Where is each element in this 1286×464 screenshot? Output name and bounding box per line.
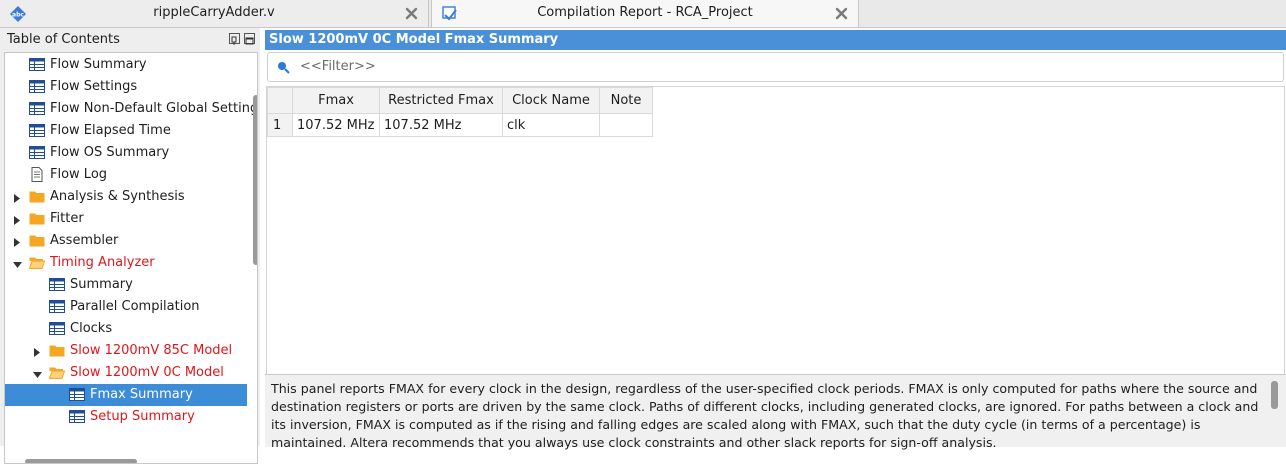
table-icon xyxy=(29,57,45,72)
toc-item-setup-summary[interactable]: Setup Summary xyxy=(5,406,247,428)
toc-item-fitter[interactable]: Fitter xyxy=(5,208,247,230)
cell-note[interactable] xyxy=(599,113,653,137)
close-icon[interactable] xyxy=(405,7,418,20)
table-of-contents-panel: Table of Contents Flow Summary Flow Setti… xyxy=(0,28,260,464)
float-panel-icon[interactable] xyxy=(244,33,255,45)
fmax-table: Fmax Restricted Fmax Clock Name Note 1 1… xyxy=(267,87,653,137)
report-table-area: Fmax Restricted Fmax Clock Name Note 1 1… xyxy=(266,86,1285,376)
toc-item-flow-elapsed-time[interactable]: Flow Elapsed Time xyxy=(5,120,247,142)
report-panel: Slow 1200mV 0C Model Fmax Summary Fmax R… xyxy=(265,30,1286,450)
cell-clock-name[interactable]: clk xyxy=(502,113,600,137)
chevron-down-icon[interactable] xyxy=(33,368,42,378)
tab-compilation-report[interactable]: Compilation Report - RCA_Project xyxy=(431,0,859,27)
row-number-header[interactable] xyxy=(267,87,293,114)
toc-item-label: Slow 1200mV 0C Model xyxy=(70,365,224,380)
toc-item-label: Summary xyxy=(70,277,133,292)
chevron-right-icon[interactable] xyxy=(13,214,21,225)
toc-item-flow-os-summary[interactable]: Flow OS Summary xyxy=(5,142,247,164)
table-icon xyxy=(69,409,85,424)
table-icon xyxy=(49,277,65,292)
toc-item-label: Setup Summary xyxy=(90,409,195,424)
table-icon xyxy=(29,123,45,138)
toc-item-slow-1200mv-0c-model[interactable]: Slow 1200mV 0C Model xyxy=(5,362,247,384)
toc-vertical-scrollbar[interactable] xyxy=(253,55,257,455)
toc-item-analysis-synthesis[interactable]: Analysis & Synthesis xyxy=(5,186,247,208)
column-header-clock-name[interactable]: Clock Name xyxy=(502,87,600,114)
close-icon[interactable] xyxy=(835,7,848,20)
filter-input[interactable] xyxy=(298,58,902,75)
tab-title: Compilation Report - RCA_Project xyxy=(537,5,753,20)
toc-item-label: Fmax Summary xyxy=(90,387,193,402)
column-header-fmax[interactable]: Fmax xyxy=(292,87,380,114)
toc-item-label: Analysis & Synthesis xyxy=(50,189,185,204)
toc-item-label: Flow Elapsed Time xyxy=(50,123,171,138)
column-header-restricted-fmax[interactable]: Restricted Fmax xyxy=(379,87,503,114)
toc-item-parallel-compilation[interactable]: Parallel Compilation xyxy=(5,296,247,318)
cell-fmax[interactable]: 107.52 MHz xyxy=(292,113,380,137)
chevron-down-icon[interactable] xyxy=(13,258,22,268)
toc-item-timing-analyzer[interactable]: Timing Analyzer xyxy=(5,252,247,274)
toc-item-summary[interactable]: Summary xyxy=(5,274,247,296)
chevron-right-icon[interactable] xyxy=(33,346,41,357)
cell-restricted-fmax[interactable]: 107.52 MHz xyxy=(379,113,503,137)
folder-icon xyxy=(29,211,45,226)
folder-icon xyxy=(29,189,45,204)
toc-horizontal-scrollbar[interactable] xyxy=(25,459,137,463)
document-tab-bar: abc rippleCarryAdder.v Compilation Repor… xyxy=(0,0,1286,28)
toc-item-label: Timing Analyzer xyxy=(50,255,155,270)
toc-item-label: Clocks xyxy=(70,321,113,336)
table-icon xyxy=(29,79,45,94)
chevron-right-icon[interactable] xyxy=(13,236,21,247)
folder-icon xyxy=(29,233,45,248)
toc-item-label: Flow Summary xyxy=(50,57,147,72)
column-header-note[interactable]: Note xyxy=(599,87,653,114)
document-icon xyxy=(29,167,45,182)
table-icon xyxy=(29,101,45,116)
open-folder-icon xyxy=(28,255,46,270)
toc-item-clocks[interactable]: Clocks xyxy=(5,318,247,340)
toc-item-label: Flow Non-Default Global Settings xyxy=(50,101,258,116)
toc-item-label: Slow 1200mV 85C Model xyxy=(70,343,233,358)
description-scrollbar[interactable] xyxy=(1271,381,1278,409)
toc-item-slow-1200mv-85c-model[interactable]: Slow 1200mV 85C Model xyxy=(5,340,247,362)
open-folder-icon xyxy=(48,365,66,380)
folder-icon xyxy=(49,343,65,358)
table-icon xyxy=(69,387,85,402)
toc-item-label: Fitter xyxy=(50,211,84,226)
toc-item-label: Flow Log xyxy=(50,167,108,182)
row-number: 1 xyxy=(267,113,293,137)
report-description-panel: This panel reports FMAX for every clock … xyxy=(265,374,1286,450)
report-title: Slow 1200mV 0C Model Fmax Summary xyxy=(269,32,559,47)
filter-box[interactable] xyxy=(267,52,1284,82)
toc-item-flow-log[interactable]: Flow Log xyxy=(5,164,247,186)
table-icon xyxy=(49,299,65,314)
chevron-right-icon[interactable] xyxy=(13,192,21,203)
scrollbar-thumb[interactable] xyxy=(253,95,257,265)
toc-item-fmax-summary[interactable]: Fmax Summary xyxy=(5,384,247,406)
toc-item-flow-summary[interactable]: Flow Summary xyxy=(5,54,247,76)
table-row[interactable]: 1 107.52 MHz 107.52 MHz clk xyxy=(267,113,653,137)
toc-tree: Flow Summary Flow Settings Flow Non-Defaul… xyxy=(4,52,258,464)
toc-header: Table of Contents xyxy=(0,28,260,52)
toc-item-label: Flow Settings xyxy=(50,79,138,94)
toc-item-label: Flow OS Summary xyxy=(50,145,170,160)
tab-ripple-carry-adder[interactable]: abc rippleCarryAdder.v xyxy=(0,0,429,27)
toc-item-flow-settings[interactable]: Flow Settings xyxy=(5,76,247,98)
toc-item-flow-non-default-global-settings[interactable]: Flow Non-Default Global Settings xyxy=(5,98,257,120)
pin-icon[interactable] xyxy=(229,33,240,45)
search-icon xyxy=(278,62,290,74)
tab-title: rippleCarryAdder.v xyxy=(153,5,275,20)
table-header-row: Fmax Restricted Fmax Clock Name Note xyxy=(267,87,653,114)
report-title-bar: Slow 1200mV 0C Model Fmax Summary xyxy=(265,30,1286,50)
toc-item-label: Parallel Compilation xyxy=(70,299,200,314)
toc-item-label: Assembler xyxy=(50,233,119,248)
toc-item-assembler[interactable]: Assembler xyxy=(5,230,247,252)
report-description: This panel reports FMAX for every clock … xyxy=(271,381,1259,450)
table-icon xyxy=(49,321,65,336)
toc-title: Table of Contents xyxy=(7,32,120,47)
table-icon xyxy=(29,145,45,160)
